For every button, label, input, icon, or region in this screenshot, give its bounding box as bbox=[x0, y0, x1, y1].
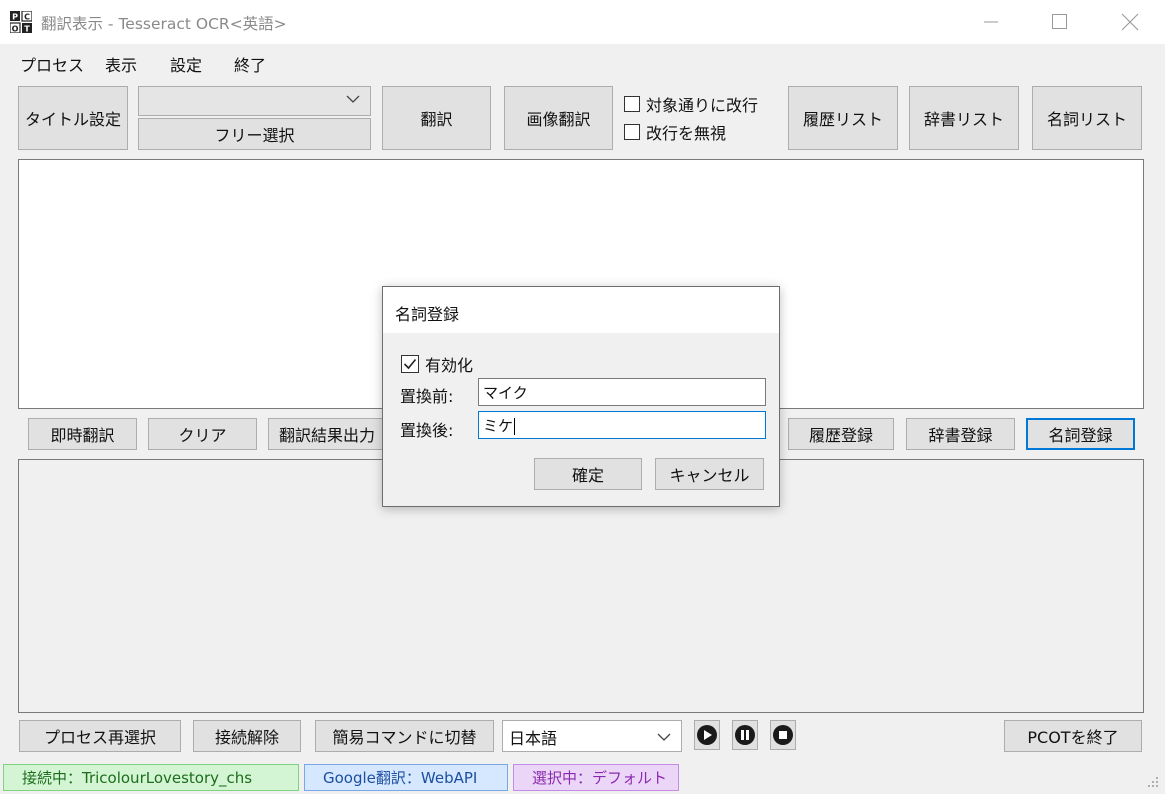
history-register-button[interactable]: 履歴登録 bbox=[788, 418, 894, 450]
status-engine: Google翻訳：WebAPI bbox=[304, 764, 508, 791]
menu-exit[interactable]: 終了 bbox=[234, 52, 266, 76]
dictionary-register-button[interactable]: 辞書登録 bbox=[906, 418, 1015, 450]
svg-text:T: T bbox=[24, 24, 30, 33]
stop-button[interactable] bbox=[770, 720, 796, 750]
close-icon bbox=[1121, 13, 1139, 31]
dialog-title: 名詞登録 bbox=[395, 305, 460, 324]
window-select-combo[interactable] bbox=[138, 86, 371, 116]
image-translate-button[interactable]: 画像翻訳 bbox=[504, 86, 613, 150]
clear-button[interactable]: クリア bbox=[148, 418, 257, 450]
cancel-button[interactable]: キャンセル bbox=[655, 458, 764, 490]
dialog-title-bar: 名詞登録 bbox=[383, 287, 779, 333]
svg-text:P: P bbox=[12, 12, 18, 21]
maximize-button[interactable] bbox=[1036, 0, 1082, 44]
checkbox-box bbox=[624, 96, 640, 112]
status-selection: 選択中：デフォルト bbox=[513, 764, 679, 791]
stop-icon bbox=[773, 725, 793, 745]
before-input-value: マイク bbox=[483, 384, 528, 402]
free-select-button[interactable]: フリー選択 bbox=[138, 118, 371, 150]
menu-view[interactable]: 表示 bbox=[105, 52, 137, 76]
instant-translate-button[interactable]: 即時翻訳 bbox=[28, 418, 137, 450]
menu-bar: プロセス 表示 設定 終了 bbox=[0, 44, 1165, 80]
confirm-button[interactable]: 確定 bbox=[534, 458, 642, 490]
maximize-icon bbox=[1052, 14, 1067, 29]
close-button[interactable] bbox=[1106, 0, 1152, 44]
before-label: 置換前: bbox=[400, 387, 454, 406]
app-logo-icon: P C O T bbox=[10, 11, 32, 33]
enable-label: 有効化 bbox=[425, 356, 474, 375]
minimize-button[interactable] bbox=[968, 0, 1014, 44]
after-input-value: ミケ bbox=[483, 417, 514, 435]
linebreak-option-label: 対象通りに改行 bbox=[646, 96, 759, 115]
history-list-button[interactable]: 履歴リスト bbox=[788, 86, 898, 150]
noun-register-button[interactable]: 名詞登録 bbox=[1026, 418, 1135, 450]
title-setting-button[interactable]: タイトル設定 bbox=[18, 86, 128, 150]
status-connection: 接続中：TricolourLovestory_chs bbox=[3, 764, 299, 791]
checkbox-checked-icon bbox=[401, 355, 419, 373]
after-label: 置換後: bbox=[400, 421, 454, 440]
output-result-button[interactable]: 翻訳結果出力 bbox=[268, 418, 388, 450]
title-bar: P C O T 翻訳表示 - Tesseract OCR<英語> bbox=[0, 0, 1165, 44]
resize-grip-icon[interactable] bbox=[1144, 774, 1160, 790]
translate-button[interactable]: 翻訳 bbox=[382, 86, 491, 150]
minimize-icon bbox=[984, 21, 998, 23]
enable-checkbox[interactable]: 有効化 bbox=[401, 352, 473, 376]
window-title: 翻訳表示 - Tesseract OCR<英語> bbox=[41, 15, 287, 33]
noun-list-button[interactable]: 名詞リスト bbox=[1032, 86, 1142, 150]
pause-icon bbox=[735, 725, 755, 745]
simple-command-button[interactable]: 簡易コマンドに切替 bbox=[315, 720, 494, 752]
reselect-process-button[interactable]: プロセス再選択 bbox=[19, 720, 181, 752]
pause-button[interactable] bbox=[732, 720, 758, 750]
chevron-down-icon bbox=[346, 95, 360, 103]
text-caret bbox=[514, 418, 516, 435]
play-icon bbox=[697, 725, 717, 745]
checkbox-box bbox=[624, 124, 640, 140]
quit-pcot-button[interactable]: PCOTを終了 bbox=[1004, 720, 1142, 752]
noun-register-dialog: 名詞登録 有効化 置換前: マイク 置換後: ミケ 確定 キャンセル bbox=[382, 286, 780, 507]
language-select-value: 日本語 bbox=[509, 729, 558, 748]
linebreak-option-checkbox[interactable]: 対象通りに改行 bbox=[624, 92, 758, 116]
before-input[interactable]: マイク bbox=[478, 378, 766, 406]
dictionary-list-button[interactable]: 辞書リスト bbox=[909, 86, 1019, 150]
disconnect-button[interactable]: 接続解除 bbox=[193, 720, 301, 752]
ignore-break-label: 改行を無視 bbox=[646, 124, 727, 143]
menu-process[interactable]: プロセス bbox=[20, 52, 84, 76]
svg-text:C: C bbox=[24, 12, 30, 21]
after-input[interactable]: ミケ bbox=[478, 411, 766, 439]
ignore-break-checkbox[interactable]: 改行を無視 bbox=[624, 120, 726, 144]
language-select[interactable]: 日本語 bbox=[502, 720, 682, 752]
play-button[interactable] bbox=[694, 720, 720, 750]
menu-settings[interactable]: 設定 bbox=[170, 52, 202, 76]
svg-text:O: O bbox=[12, 24, 19, 33]
chevron-down-icon bbox=[657, 733, 671, 741]
